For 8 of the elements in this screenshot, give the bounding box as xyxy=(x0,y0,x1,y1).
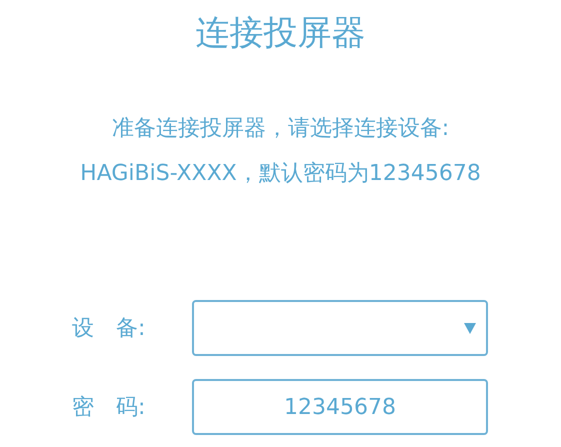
field-label: 设 备: xyxy=(72,315,146,343)
caret-icon xyxy=(464,323,476,334)
screen-title: 连接投屏器 xyxy=(196,12,366,55)
instruction-text: 准备连接投屏器，请选择连接设备: xyxy=(112,115,450,143)
field-label: 密 码: xyxy=(72,394,146,422)
password-field[interactable]: 12345678 xyxy=(192,379,488,435)
device-dropdown[interactable] xyxy=(192,300,488,356)
instruction-text: HAGiBiS-XXXX，默认密码为12345678 xyxy=(80,160,481,188)
